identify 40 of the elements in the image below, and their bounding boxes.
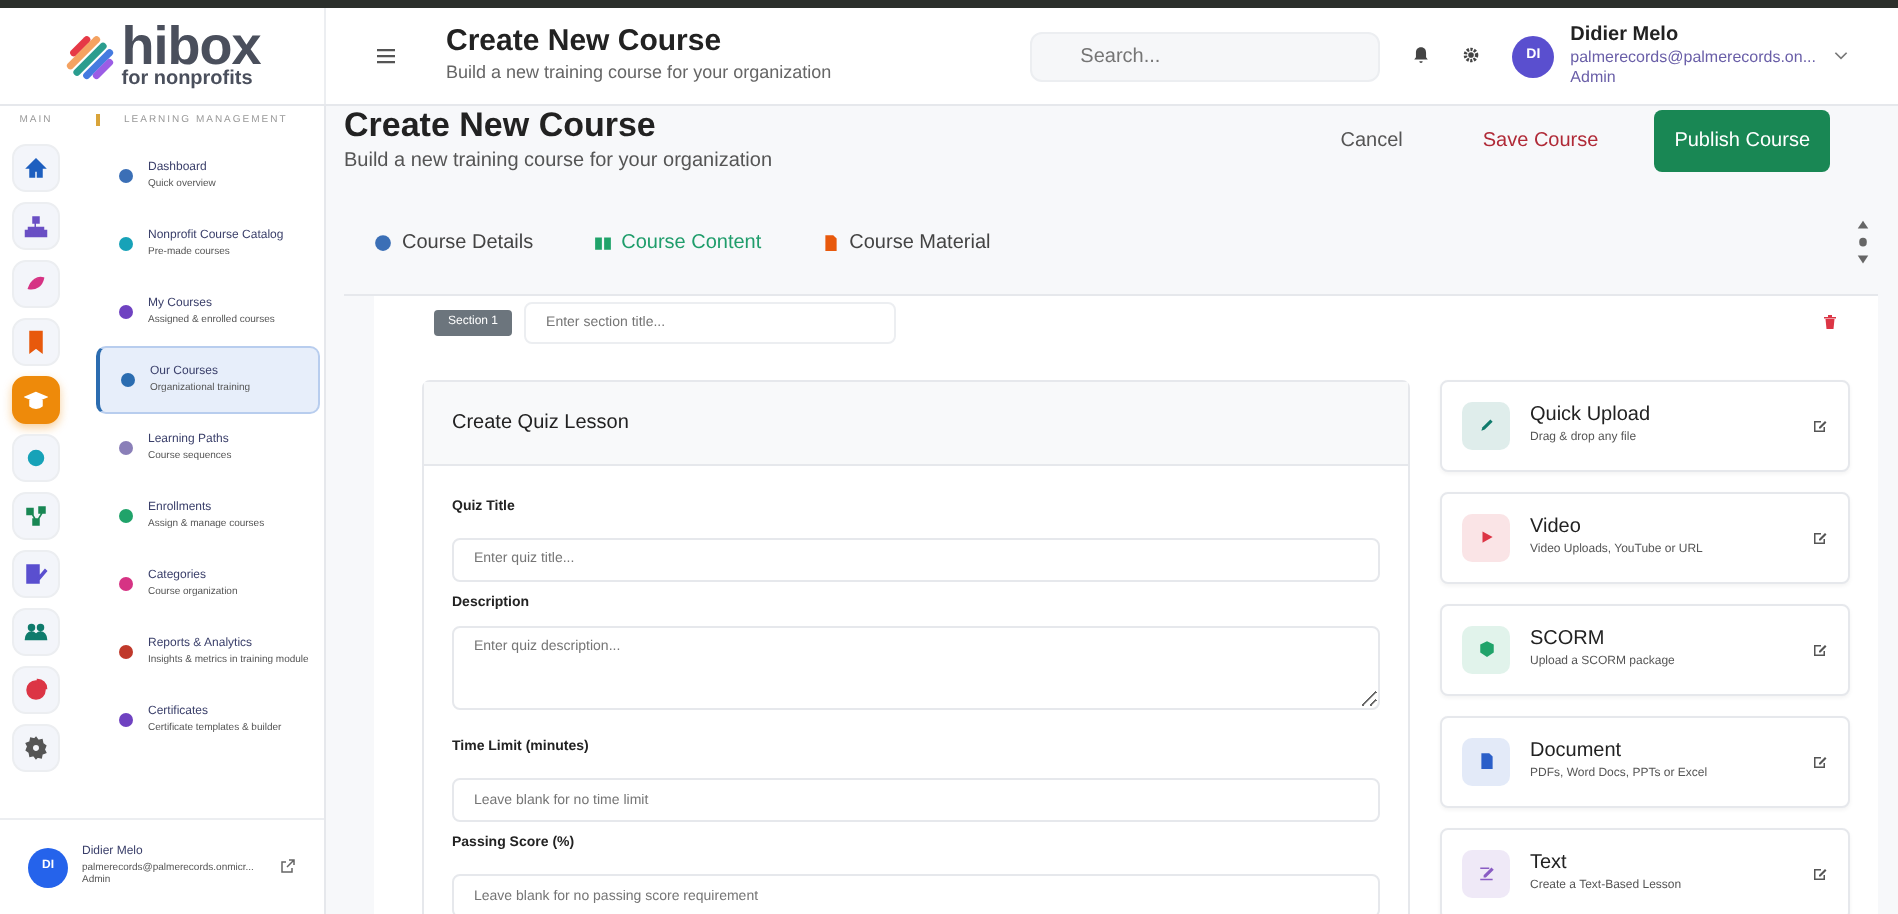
logo-icon: [63, 30, 116, 82]
edit-icon: [1812, 865, 1828, 882]
edit-button[interactable]: [1812, 417, 1828, 434]
scroll-down-icon: [1856, 252, 1870, 267]
edit-icon: [1812, 417, 1828, 434]
cancel-button[interactable]: Cancel: [1316, 109, 1427, 172]
gear-icon: [1462, 46, 1481, 65]
user-name: Didier Melo: [1570, 23, 1681, 48]
search-field[interactable]: Search...: [1030, 31, 1381, 81]
header-title: Create New Course: [446, 26, 724, 59]
lesson-type-title: Video: [1530, 514, 1583, 543]
tab[interactable]: Course Details: [374, 227, 534, 258]
menu-icon: [374, 43, 398, 68]
tab[interactable]: Course Material: [821, 227, 991, 258]
page-title: Create New Course: [344, 108, 658, 146]
scroll-up-icon: [1856, 218, 1870, 233]
edit-button[interactable]: [1812, 865, 1828, 882]
lesson-type-title: Document: [1530, 738, 1624, 767]
logo-wordmark: hibox: [121, 21, 261, 71]
lesson-type-title: Quick Upload: [1530, 402, 1651, 431]
scroll-thumb-icon: [1858, 234, 1868, 251]
logo-tagline: for nonprofits: [121, 70, 255, 91]
quiz-card-title: Create Quiz Lesson: [424, 381, 1408, 466]
edit-button[interactable]: [1812, 529, 1828, 546]
edit-button[interactable]: [1812, 641, 1828, 658]
trash-icon: [1822, 314, 1838, 331]
page-subtitle: Build a new training course for your organization: [344, 147, 773, 176]
user-role: Admin: [1570, 68, 1618, 89]
user-email: palmerecords@palmerecords.on...: [1570, 47, 1816, 68]
edit-icon: [1812, 529, 1828, 546]
edit-icon: [1812, 641, 1828, 658]
save-button[interactable]: Save Course: [1458, 109, 1623, 172]
lesson-type-title: SCORM: [1530, 626, 1607, 655]
publish-button[interactable]: Publish Course: [1654, 109, 1830, 172]
edit-icon: [1812, 753, 1828, 770]
edit-button[interactable]: [1812, 753, 1828, 770]
header-subtitle: Build a new training course for your organization: [446, 59, 832, 86]
external-link-icon: [280, 858, 296, 875]
lesson-type-title: Text: [1530, 850, 1569, 879]
bell-icon: [1412, 46, 1431, 65]
